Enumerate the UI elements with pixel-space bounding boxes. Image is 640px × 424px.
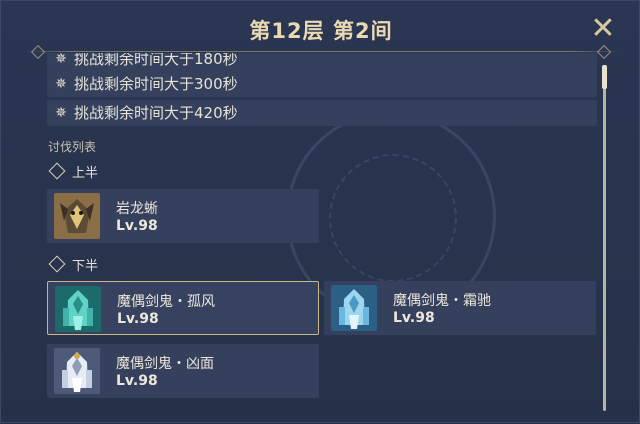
enemy-name: 岩龙蜥 [116,201,158,217]
first-half-heading: 上半 [48,162,99,183]
second-half-heading: 下半 [48,255,99,276]
close-icon[interactable]: ✕ [589,14,617,44]
maguu-kenki-mask-portrait [54,348,100,394]
challenge-condition-2: ✵ 挑战剩余时间大于300秒 [47,71,597,97]
page-title: 第12层 第2间 [249,19,393,43]
first-half-label: 上半 [72,166,99,181]
enemy-name: 魔偶剑鬼・霜驰 [393,293,491,309]
condition-text: 挑战剩余时间大于300秒 [74,75,238,93]
star-icon: ✵ [55,53,67,67]
header-divider [23,51,619,52]
maguu-kenki-frostwind-portrait [331,285,377,331]
enemy-card-maguu-kenki-lone-gale[interactable]: 魔偶剑鬼・孤风 Lv.98 [47,281,319,335]
geovishap-portrait [54,193,100,239]
condition-text: 挑战剩余时间大于180秒 [74,53,238,68]
enemy-card-geovishap[interactable]: 岩龙蜥 Lv.98 [47,189,319,243]
condition-text: 挑战剩余时间大于420秒 [74,104,238,122]
enemy-card-maguu-kenki-mask[interactable]: 魔偶剑鬼・凶面 Lv.98 [47,344,319,398]
enemy-level: Lv.98 [116,373,158,389]
star-icon: ✵ [55,105,67,121]
diamond-icon [48,162,66,180]
enemy-name: 魔偶剑鬼・孤风 [117,294,215,310]
second-half-label: 下半 [72,259,99,274]
scrollbar-track[interactable] [603,65,606,411]
floor-info-panel: 第12层 第2间 ✕ ✵ 挑战剩余时间大于180秒 ✵ 挑战剩余时间大于300秒… [0,0,640,423]
diamond-icon [48,255,66,273]
enemy-level: Lv.98 [116,218,158,234]
challenge-condition-3: ✵ 挑战剩余时间大于420秒 [47,100,597,126]
content-area[interactable]: ✵ 挑战剩余时间大于180秒 ✵ 挑战剩余时间大于300秒 ✵ 挑战剩余时间大于… [1,53,640,424]
scrollbar-thumb[interactable] [602,65,607,89]
enemy-level: Lv.98 [393,310,435,326]
challenge-condition-1: ✵ 挑战剩余时间大于180秒 [47,53,597,72]
star-icon: ✵ [55,76,67,92]
enemy-name: 魔偶剑鬼・凶面 [116,356,214,372]
enemy-list-title: 讨伐列表 [48,140,97,154]
enemy-level: Lv.98 [117,311,159,327]
maguu-kenki-lone-gale-portrait [55,286,101,332]
enemy-card-maguu-kenki-frostwind[interactable]: 魔偶剑鬼・霜驰 Lv.98 [324,281,596,335]
